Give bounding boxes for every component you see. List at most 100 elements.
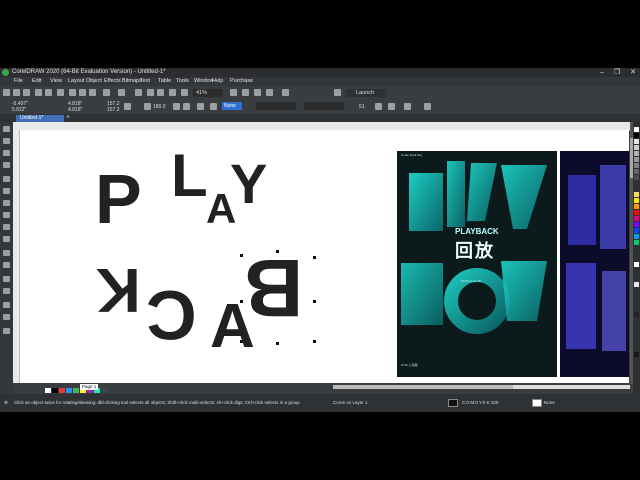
- vertical-ruler[interactable]: [13, 130, 20, 383]
- shape-tool-icon[interactable]: [3, 138, 10, 144]
- palette-swatch[interactable]: [634, 210, 639, 215]
- undo-icon[interactable]: [103, 89, 110, 96]
- ellipse-tool-icon[interactable]: [3, 212, 10, 218]
- freehand-tool-icon[interactable]: [3, 176, 10, 182]
- parallel-dimension-icon[interactable]: [3, 250, 10, 256]
- palette-swatch[interactable]: [634, 204, 639, 209]
- document-palette-swatch[interactable]: [66, 388, 72, 393]
- menu-purchase[interactable]: Purchase: [230, 77, 253, 86]
- add-tool-icon[interactable]: [3, 328, 10, 334]
- zoom-tool-icon[interactable]: [3, 162, 10, 168]
- menu-bitmaps[interactable]: Bitmaps: [122, 77, 142, 86]
- selection-handle[interactable]: [313, 256, 316, 259]
- options-gear-icon[interactable]: [334, 89, 341, 96]
- palette-swatch[interactable]: [634, 151, 639, 156]
- save-icon[interactable]: [23, 89, 30, 96]
- palette-swatch[interactable]: [634, 262, 639, 267]
- launch-dropdown[interactable]: Launch: [346, 89, 386, 97]
- pdf-icon[interactable]: [169, 89, 176, 96]
- letter-a-bottom[interactable]: A: [210, 296, 255, 358]
- palette-swatch[interactable]: [634, 216, 639, 221]
- crop-tool-icon[interactable]: [3, 150, 10, 156]
- menu-view[interactable]: View: [50, 77, 68, 86]
- drawing-canvas[interactable]: P L A Y B A C K Under Dark Sky PLAYBACK …: [20, 130, 629, 383]
- zoom-icon[interactable]: [181, 89, 188, 96]
- palette-swatch[interactable]: [634, 127, 639, 132]
- maximize-button[interactable]: ❐: [614, 68, 620, 77]
- menu-edit[interactable]: Edit: [32, 77, 50, 86]
- text-tool-icon[interactable]: [3, 236, 10, 242]
- outline-width-value[interactable]: 51: [359, 104, 365, 110]
- reference-poster-playback[interactable]: Under Dark Sky PLAYBACK 回放 2015.6.6-11.1…: [397, 151, 557, 377]
- selection-handle[interactable]: [276, 342, 279, 345]
- menu-tools[interactable]: Tools: [176, 77, 194, 86]
- document-palette-swatch[interactable]: [52, 388, 58, 393]
- letter-k[interactable]: K: [96, 255, 141, 324]
- mirror-vertical-icon[interactable]: [183, 103, 190, 110]
- snap-to-icon[interactable]: [282, 89, 289, 96]
- rulers-icon[interactable]: [242, 89, 249, 96]
- menu-table[interactable]: Table: [158, 77, 176, 86]
- redo-icon[interactable]: [118, 89, 125, 96]
- document-tab[interactable]: Untitled-1*: [16, 115, 64, 122]
- palette-swatch[interactable]: [634, 312, 639, 317]
- document-palette-swatch[interactable]: [45, 388, 51, 393]
- selection-handle[interactable]: [276, 250, 279, 253]
- menu-effects[interactable]: Effects: [104, 77, 122, 86]
- reference-poster-second[interactable]: [560, 151, 629, 377]
- palette-swatch[interactable]: [634, 175, 639, 180]
- horizontal-scroll-thumb[interactable]: [333, 385, 513, 389]
- quick-customize-icon[interactable]: [424, 103, 431, 110]
- y-position-value[interactable]: 5.822": [12, 107, 26, 113]
- zoom-level-field[interactable]: 41%: [193, 89, 223, 97]
- palette-swatch[interactable]: [634, 163, 639, 168]
- letter-c[interactable]: C: [146, 276, 197, 354]
- menu-text[interactable]: Text: [140, 77, 158, 86]
- palette-swatch[interactable]: [634, 181, 639, 186]
- copy-icon[interactable]: [79, 89, 86, 96]
- selection-handle[interactable]: [313, 300, 316, 303]
- search-content-icon[interactable]: [135, 89, 142, 96]
- palette-swatch[interactable]: [634, 192, 639, 197]
- to-front-icon[interactable]: [375, 103, 382, 110]
- palette-swatch[interactable]: [634, 157, 639, 162]
- letter-l[interactable]: L: [171, 146, 208, 206]
- palette-swatch[interactable]: [634, 133, 639, 138]
- lock-ratio-icon[interactable]: [124, 103, 131, 110]
- selection-handle[interactable]: [240, 254, 243, 257]
- letter-p[interactable]: P: [95, 164, 142, 234]
- minimize-button[interactable]: –: [600, 68, 604, 77]
- outline-color-swatch[interactable]: [532, 399, 542, 407]
- palette-swatch[interactable]: [634, 234, 639, 239]
- rotation-value[interactable]: 180.0: [153, 104, 166, 110]
- palette-swatch[interactable]: [634, 282, 639, 287]
- rectangle-tool-icon[interactable]: [3, 200, 10, 206]
- artistic-media-icon[interactable]: [3, 188, 10, 194]
- document-palette-swatch[interactable]: [73, 388, 79, 393]
- palette-swatch[interactable]: [634, 228, 639, 233]
- connector-tool-icon[interactable]: [3, 262, 10, 268]
- rotation-icon[interactable]: [144, 103, 151, 110]
- new-tab-icon[interactable]: +: [66, 114, 70, 122]
- wrap-text-icon[interactable]: [197, 103, 204, 110]
- line-style-dropdown[interactable]: None: [222, 102, 242, 110]
- menu-file[interactable]: File: [14, 77, 32, 86]
- pick-tool-icon[interactable]: [3, 126, 10, 132]
- outline-width-icon[interactable]: [210, 103, 217, 110]
- print-icon[interactable]: [57, 89, 64, 96]
- document-palette-swatch[interactable]: [101, 388, 107, 393]
- palette-swatch[interactable]: [634, 240, 639, 245]
- page-tab[interactable]: Page 1: [80, 384, 98, 390]
- paste-icon[interactable]: [89, 89, 96, 96]
- grid-icon[interactable]: [254, 89, 261, 96]
- drop-shadow-icon[interactable]: [3, 276, 10, 282]
- palette-swatch[interactable]: [634, 198, 639, 203]
- menu-layout[interactable]: Layout: [68, 77, 86, 86]
- palette-swatch[interactable]: [634, 222, 639, 227]
- scale-y-value[interactable]: 157.2: [107, 107, 120, 113]
- menu-help[interactable]: Help: [212, 77, 230, 86]
- guidelines-icon[interactable]: [266, 89, 273, 96]
- palette-swatch[interactable]: [634, 169, 639, 174]
- letter-y[interactable]: Y: [230, 156, 267, 212]
- interactive-fill-icon[interactable]: [3, 314, 10, 320]
